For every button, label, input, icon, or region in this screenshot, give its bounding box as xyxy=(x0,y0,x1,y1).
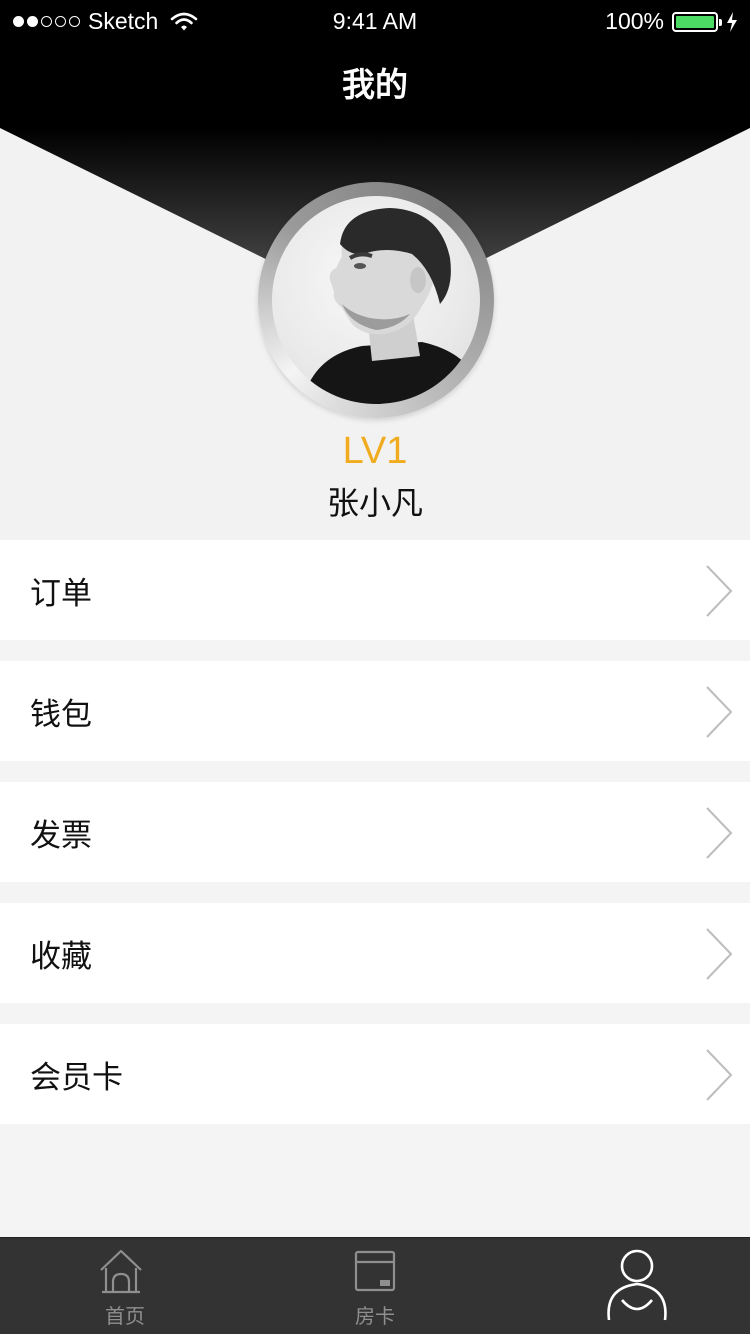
tab-home[interactable]: 首页 xyxy=(0,1238,250,1334)
menu-item-orders[interactable]: 订单 xyxy=(0,540,750,640)
chevron-right-icon xyxy=(706,565,733,617)
user-name: 张小凡 xyxy=(326,484,423,522)
chevron-right-icon xyxy=(706,1049,733,1101)
profile-header: LV1 张小凡 xyxy=(0,128,750,540)
menu-item-label: 收藏 xyxy=(30,938,92,975)
tab-label: 房卡 xyxy=(355,1304,395,1328)
menu-item-label: 钱包 xyxy=(30,696,92,733)
page-title: 我的 xyxy=(342,65,408,104)
avatar-ring[interactable] xyxy=(258,182,494,418)
menu-item-label: 发票 xyxy=(30,817,92,854)
battery-icon xyxy=(672,11,722,32)
menu-item-wallet[interactable]: 钱包 xyxy=(0,661,750,761)
user-icon xyxy=(607,1249,667,1321)
avatar[interactable] xyxy=(272,196,480,404)
tab-bar: 首页 房卡 xyxy=(0,1237,750,1334)
chevron-right-icon xyxy=(706,928,733,980)
home-icon xyxy=(100,1249,142,1294)
menu-item-invoice[interactable]: 发票 xyxy=(0,782,750,882)
charging-bolt-icon xyxy=(727,11,737,32)
room-card-icon xyxy=(354,1250,396,1292)
tab-room-card[interactable]: 房卡 xyxy=(250,1238,500,1334)
battery-percent: 100% xyxy=(605,8,664,34)
tab-profile[interactable] xyxy=(500,1238,750,1334)
menu-item-label: 订单 xyxy=(30,575,92,612)
avatar-photo xyxy=(302,208,480,404)
menu-item-label: 会员卡 xyxy=(30,1059,123,1096)
user-level: LV1 xyxy=(342,430,408,472)
menu-item-membership-card[interactable]: 会员卡 xyxy=(0,1024,750,1124)
status-bar: Sketch 9:41 AM 100% xyxy=(0,0,750,42)
nav-bar: 我的 xyxy=(0,42,750,128)
tab-label: 首页 xyxy=(105,1304,145,1328)
menu-item-favorites[interactable]: 收藏 xyxy=(0,903,750,1003)
chevron-right-icon xyxy=(706,686,733,738)
chevron-right-icon xyxy=(706,807,733,859)
status-right: 100% xyxy=(605,8,738,35)
